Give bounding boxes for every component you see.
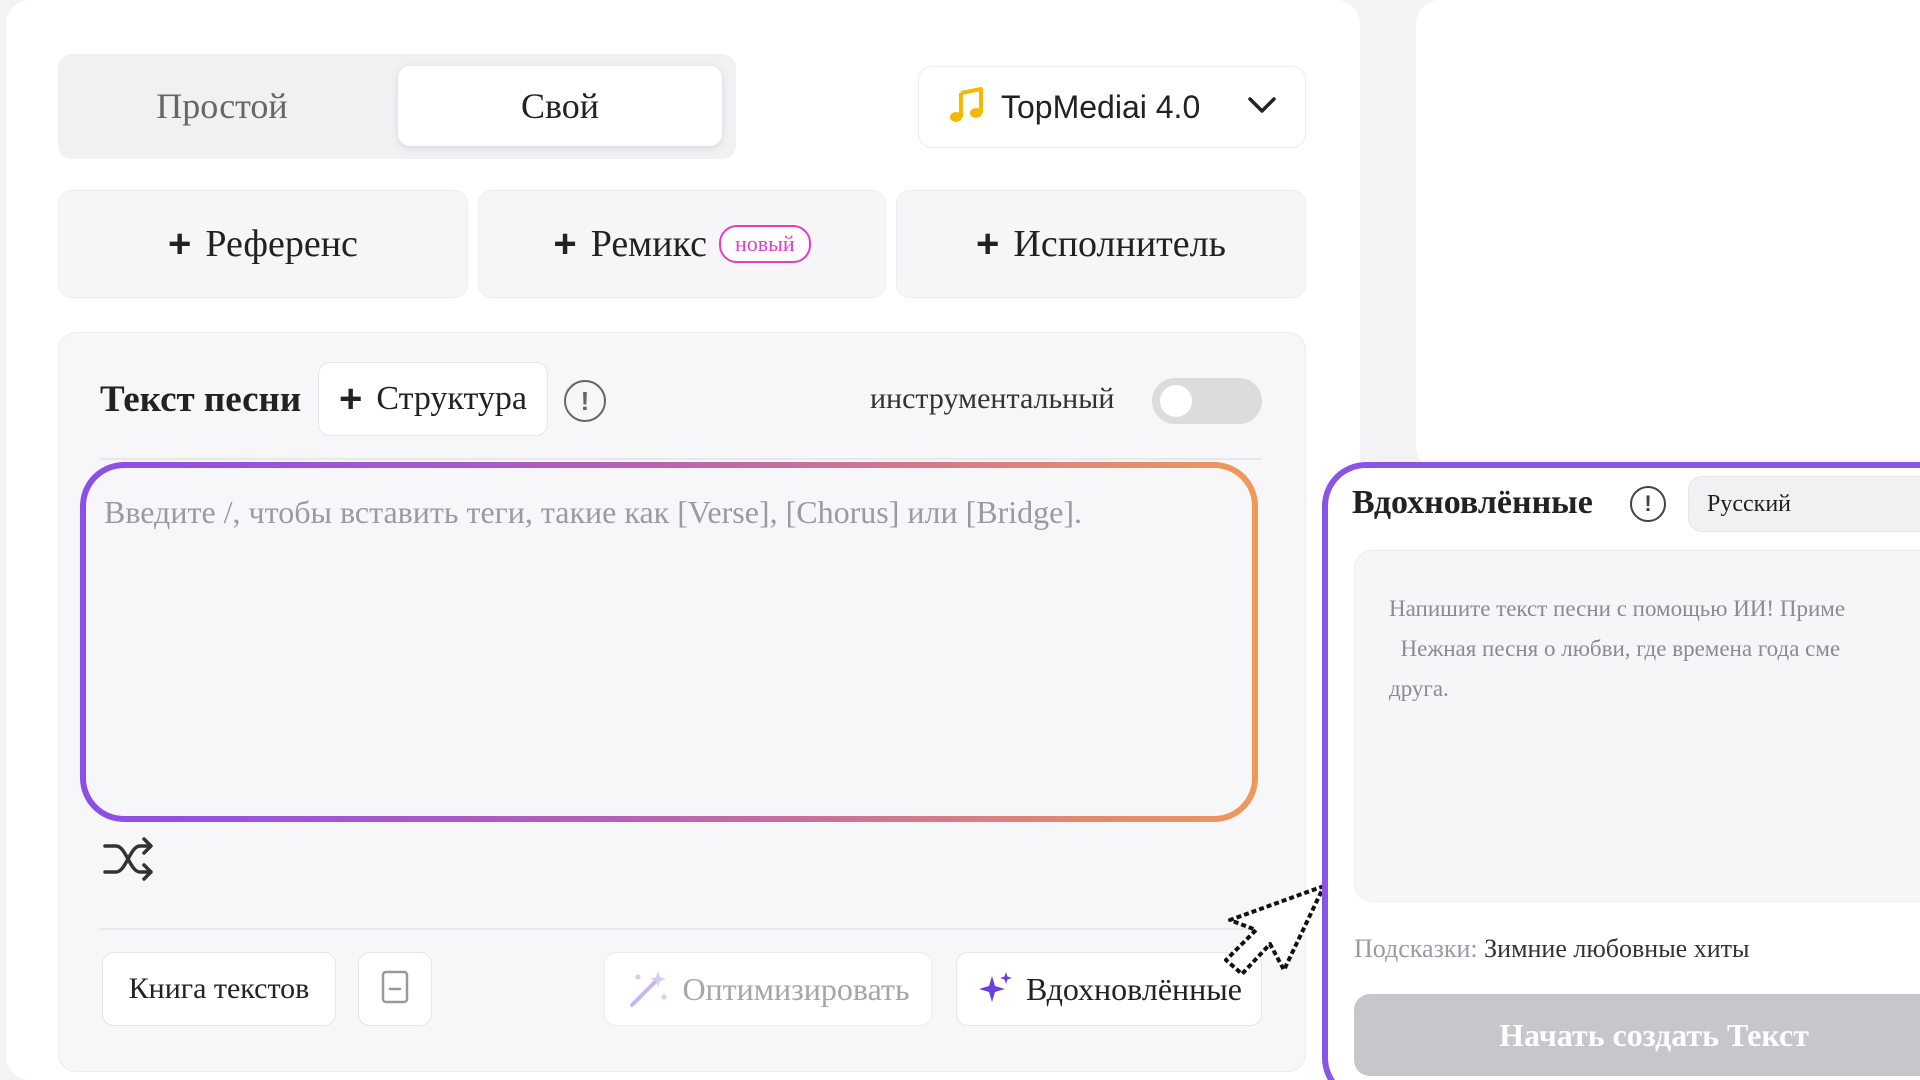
mode-custom-tab[interactable]: Свой: [398, 66, 722, 146]
sparkle-icon: [976, 970, 1014, 1008]
magic-wand-icon: [626, 967, 670, 1011]
bookmark-icon: [380, 969, 410, 1010]
hints: Подсказки: Зимние любовные хиты: [1354, 934, 1749, 964]
divider: [100, 928, 1262, 930]
plus-icon: +: [553, 222, 577, 266]
mode-simple-tab[interactable]: Простой: [72, 66, 372, 146]
lyrics-book-button[interactable]: Книга текстов: [102, 952, 336, 1026]
optimize-label: Оптимизировать: [682, 970, 910, 1007]
add-artist-button[interactable]: + Исполнитель: [896, 190, 1306, 298]
lyrics-placeholder: Введите /, чтобы вставить теги, такие ка…: [104, 494, 1082, 530]
create-lyrics-button[interactable]: Начать создать Текст: [1354, 994, 1920, 1076]
bookmark-button[interactable]: [358, 952, 432, 1026]
plus-icon: +: [168, 222, 192, 266]
model-select[interactable]: TopMediai 4.0: [918, 66, 1306, 148]
chevron-down-icon: [1247, 95, 1277, 120]
language-select[interactable]: Русский: [1688, 476, 1920, 532]
info-icon[interactable]: !: [564, 380, 606, 422]
add-reference-button[interactable]: + Референс: [58, 190, 468, 298]
popup-title: Вдохновлённые: [1352, 484, 1593, 521]
toggle-knob: [1160, 385, 1192, 417]
new-badge: новый: [718, 225, 811, 263]
instrumental-label: инструментальный: [870, 382, 1115, 415]
plus-icon: +: [976, 222, 1000, 266]
music-note-icon: [947, 85, 987, 130]
instrumental-toggle[interactable]: [1152, 378, 1262, 424]
hints-label: Подсказки:: [1354, 934, 1478, 963]
add-remix-button[interactable]: + Ремикс новый: [478, 190, 886, 298]
info-icon[interactable]: !: [1630, 486, 1666, 522]
inspired-label: Вдохновлённые: [1026, 970, 1242, 1007]
lyrics-textarea[interactable]: Введите /, чтобы вставить теги, такие ка…: [86, 468, 1252, 816]
mode-switch: Простой Свой: [58, 54, 736, 159]
hints-value[interactable]: Зимние любовные хиты: [1484, 934, 1749, 963]
model-label: TopMediai 4.0: [1001, 88, 1201, 125]
optimize-button[interactable]: Оптимизировать: [604, 952, 932, 1026]
shuffle-icon[interactable]: [102, 836, 156, 887]
divider: [100, 458, 1262, 460]
cursor-icon: [1212, 880, 1332, 985]
add-artist-label: Исполнитель: [1013, 223, 1226, 265]
structure-label: Структура: [376, 380, 527, 417]
right-panel: [1416, 0, 1920, 470]
lyrics-title: Текст песни: [100, 379, 302, 420]
lyrics-textarea-border: Введите /, чтобы вставить теги, такие ка…: [80, 462, 1258, 822]
structure-button[interactable]: + Структура: [318, 362, 548, 436]
prompt-input[interactable]: Напишите текст песни с помощью ИИ! Приме…: [1354, 550, 1920, 902]
plus-icon: +: [339, 377, 363, 421]
add-remix-label: Ремикс: [590, 223, 707, 265]
add-reference-label: Референс: [205, 223, 358, 265]
